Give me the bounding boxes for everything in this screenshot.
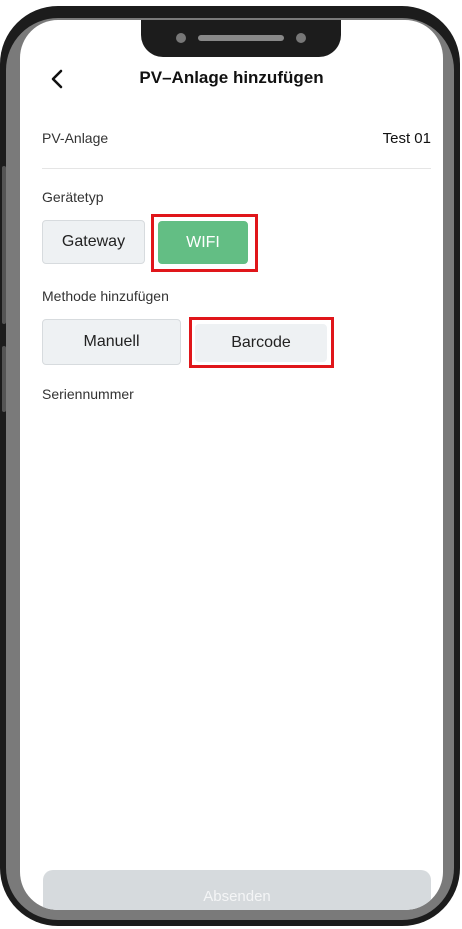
- add-method-label: Methode hinzufügen: [42, 288, 169, 304]
- power-button: [2, 346, 6, 412]
- pv-plant-label: PV-Anlage: [42, 130, 109, 146]
- device-type-gateway-button[interactable]: Gateway: [42, 220, 145, 264]
- camera-icon: [176, 33, 186, 43]
- speaker-grille: [198, 35, 284, 41]
- page-title: PV–Anlage hinzufügen: [139, 68, 324, 87]
- add-method-manual-button[interactable]: Manuell: [42, 319, 181, 365]
- serial-number-label: Seriennummer: [42, 386, 134, 402]
- sensor-icon: [296, 33, 306, 43]
- app-screen: PV–Anlage hinzufügen PV-Anlage Test 01 G…: [20, 20, 443, 910]
- volume-button: [2, 166, 6, 324]
- phone-notch: [141, 20, 341, 57]
- pv-plant-value: Test 01: [382, 130, 431, 147]
- highlight-box-wifi: [151, 214, 258, 272]
- device-type-label: Gerätetyp: [42, 189, 104, 205]
- pv-plant-row[interactable]: PV-Anlage Test 01: [42, 130, 431, 169]
- highlight-box-barcode: [189, 317, 334, 368]
- submit-button[interactable]: Absenden: [43, 870, 431, 910]
